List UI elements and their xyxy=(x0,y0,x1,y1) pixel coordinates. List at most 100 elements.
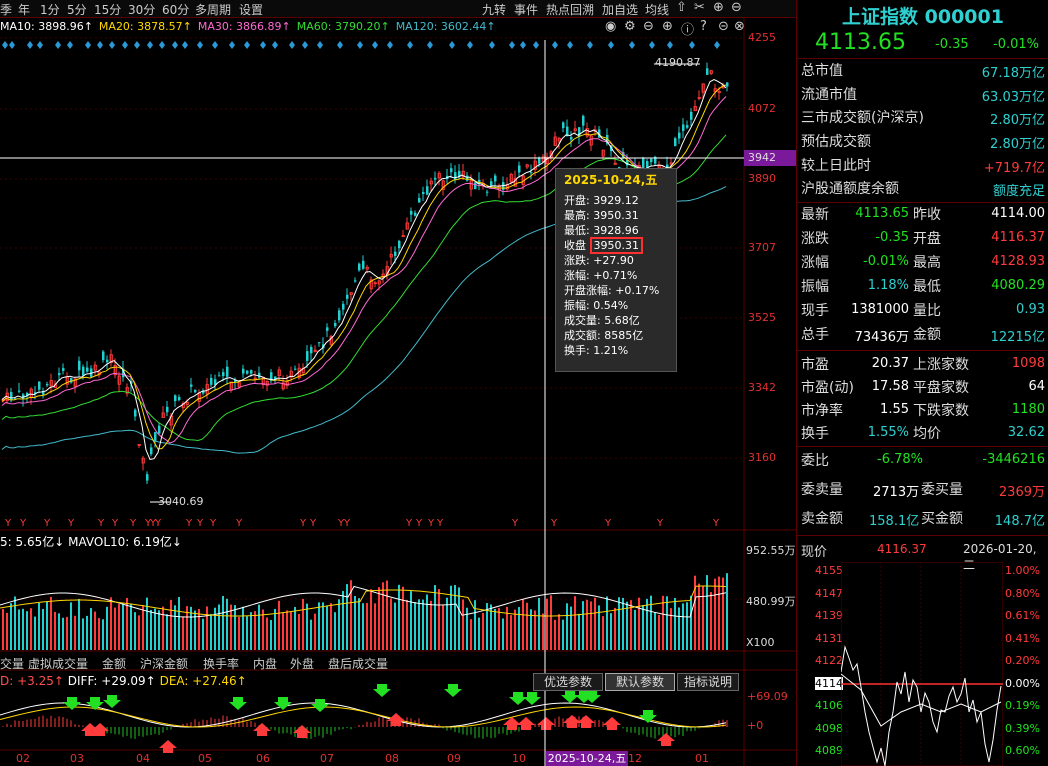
volume-bar xyxy=(58,613,60,650)
row-vs-yesterday: 较上日此时 +719.7亿 xyxy=(801,158,1045,176)
volume-bar xyxy=(106,606,108,650)
grid-label: 下跌家数 xyxy=(913,403,969,419)
volume-bar xyxy=(298,613,300,650)
tooltip-close-value: 3950.31 xyxy=(589,237,643,254)
volume-bar xyxy=(498,608,500,650)
y-signal: Y xyxy=(209,518,217,529)
volume-bar xyxy=(678,607,680,650)
tooltip-amplitude: 振幅: 0.54% xyxy=(564,299,629,312)
signal-diamond xyxy=(629,41,635,49)
kline-chart[interactable]: Y Y Y Y Y Y Y YYY Y Y Y Y Y Y Y Y Y Y Y Y Y Y Y Y Y xyxy=(0,0,796,766)
volume-bar xyxy=(674,597,676,650)
volume-bar xyxy=(610,613,612,650)
tab-inner[interactable]: 内盘 xyxy=(253,655,277,672)
volume-bar xyxy=(262,609,264,650)
volume-bar xyxy=(250,612,252,650)
grid-label: 市净率 xyxy=(801,403,843,419)
indicator-help-button[interactable]: 指标说明 xyxy=(677,673,739,691)
up-arrow xyxy=(517,717,535,730)
candle xyxy=(410,210,413,215)
volume-bar xyxy=(682,603,684,650)
tab-hs-amount[interactable]: 沪深金额 xyxy=(140,655,188,672)
tab-virtual-volume[interactable]: 虚拟成交量 xyxy=(28,655,88,672)
candle xyxy=(242,368,245,374)
candle xyxy=(250,370,253,374)
mini-intraday-chart[interactable] xyxy=(841,562,1003,766)
volume-bar xyxy=(366,603,368,650)
candle xyxy=(342,303,345,310)
volume-bar xyxy=(178,596,180,650)
volume-bar xyxy=(270,619,272,650)
signal-diamond xyxy=(449,41,455,49)
volume-bar xyxy=(210,613,212,650)
grid-value: -0.35 xyxy=(875,230,909,245)
grid-value: 17.58 xyxy=(871,379,909,394)
candle xyxy=(326,327,329,331)
default-params-button[interactable]: 默认参数 xyxy=(605,673,675,691)
tab-outer[interactable]: 外盘 xyxy=(290,655,314,672)
signal-diamond xyxy=(302,41,308,49)
volume-bar xyxy=(202,618,204,650)
tab-turnover[interactable]: 换手率 xyxy=(203,655,239,672)
signal-diamond xyxy=(122,41,128,49)
candle xyxy=(106,359,109,363)
signal-diamond xyxy=(244,41,250,49)
up-arrow xyxy=(293,725,311,738)
volume-bar xyxy=(406,599,408,650)
optimal-params-button[interactable]: 优选参数 xyxy=(533,673,603,691)
tooltip-pct: 涨幅: +0.71% xyxy=(564,269,638,282)
volume-bar xyxy=(226,598,228,650)
diff-label: DIFF: +29.09↑ xyxy=(67,674,156,688)
candle xyxy=(466,175,469,181)
signal-diamond xyxy=(567,41,573,49)
volume-bar xyxy=(586,599,588,650)
candle xyxy=(414,212,417,216)
signal-diamond xyxy=(317,41,323,49)
volume-bar xyxy=(322,602,324,650)
down-arrow xyxy=(444,684,462,697)
signal-diamond xyxy=(407,41,413,49)
volume-bar xyxy=(538,597,540,650)
candle xyxy=(190,384,193,387)
candle xyxy=(418,197,421,203)
up-arrow xyxy=(563,715,581,728)
mini-axis-left: 4131 xyxy=(815,631,843,645)
month-09: 09 xyxy=(447,752,461,765)
signal-diamond xyxy=(109,41,115,49)
volume-bar xyxy=(650,595,652,650)
tab-volume[interactable]: 交量 xyxy=(0,655,24,672)
volume-bar xyxy=(426,594,428,650)
dea-label: DEA: +27.46↑ xyxy=(159,674,247,688)
tooltip-low: 最低: 3928.96 xyxy=(564,224,639,237)
grid-label: 最新 xyxy=(801,207,829,223)
candle xyxy=(62,368,65,371)
volume-bar xyxy=(370,589,372,650)
volume-bar xyxy=(158,610,160,650)
tab-amount[interactable]: 金额 xyxy=(102,655,126,672)
mini-axis-right: 0.00% xyxy=(1005,676,1040,690)
candle xyxy=(434,177,437,180)
signal-diamond xyxy=(489,41,495,49)
down-arrow xyxy=(63,697,81,710)
volume-bar xyxy=(574,596,576,650)
volume-bar xyxy=(382,582,384,650)
grid-value: 1098 xyxy=(1011,356,1045,371)
volume-bar xyxy=(110,597,112,650)
volume-bar xyxy=(590,601,592,650)
volume-bar xyxy=(354,595,356,650)
tab-after-hours[interactable]: 盘后成交量 xyxy=(328,655,388,672)
volume-bar xyxy=(454,585,456,650)
axis-3342: 3342 xyxy=(748,381,776,394)
candle xyxy=(454,172,457,180)
y-signal: Y xyxy=(67,518,75,529)
candle xyxy=(686,125,689,128)
volume-bar xyxy=(710,592,712,650)
volume-bar xyxy=(514,609,516,650)
volume-bar xyxy=(546,598,548,650)
axis-3707: 3707 xyxy=(748,241,776,254)
y-signal: Y xyxy=(436,518,444,529)
volume-bar xyxy=(182,616,184,650)
grid-label: 上涨家数 xyxy=(913,357,969,373)
volume-bar xyxy=(418,599,420,650)
volume-bar xyxy=(234,605,236,650)
